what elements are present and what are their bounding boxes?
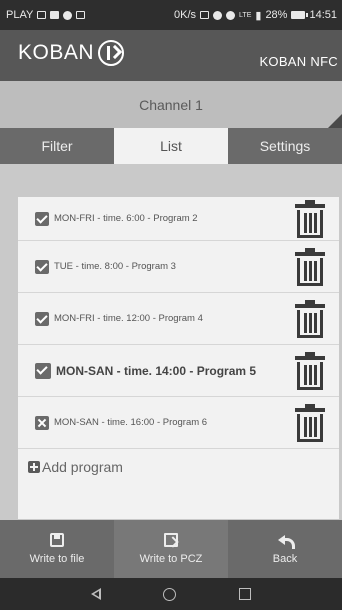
- program-checkbox[interactable]: [35, 311, 49, 326]
- sim-icon: [37, 11, 47, 19]
- floppy-icon: [50, 533, 64, 547]
- network-type: LTE: [239, 11, 252, 19]
- program-checkbox[interactable]: [35, 415, 49, 430]
- write-to-pcz-label: Write to PCZ: [139, 553, 203, 565]
- plus-square-icon: [28, 461, 40, 473]
- system-nav-bar: [0, 578, 342, 610]
- back-button[interactable]: Back: [228, 520, 342, 578]
- trash-icon[interactable]: [295, 199, 325, 238]
- clock: 14:51: [309, 9, 337, 21]
- nav-home-icon[interactable]: [163, 587, 177, 601]
- koban-logo-icon: [98, 40, 125, 66]
- channel-title: Channel 1: [139, 96, 203, 113]
- program-row-selected[interactable]: MON-SAN - time. 14:00 - Program 5: [18, 345, 339, 397]
- program-label: TUE - time. 8:00 - Program 3: [54, 261, 176, 272]
- trash-icon[interactable]: [295, 247, 325, 286]
- facebook-icon: [63, 10, 73, 20]
- alarm-icon: [213, 10, 223, 20]
- write-to-file-button[interactable]: Write to file: [0, 520, 114, 578]
- status-bar: PLAY 0K/s LTE ▮ 28% 14:51: [0, 0, 342, 30]
- back-arrow-icon: [278, 533, 295, 549]
- nav-back-icon[interactable]: [91, 588, 102, 600]
- mute-icon: [226, 10, 236, 20]
- tab-bar: Filter List Settings: [0, 128, 342, 164]
- dropdown-corner-icon: [328, 114, 342, 128]
- program-row[interactable]: TUE - time. 8:00 - Program 3: [18, 241, 339, 293]
- signal-icon: ▮: [255, 9, 262, 22]
- write-to-pcz-button[interactable]: Write to PCZ: [114, 520, 228, 578]
- network-speed: 0K/s: [174, 9, 197, 21]
- carrier-label: PLAY: [6, 9, 34, 21]
- status-left: PLAY: [6, 9, 86, 21]
- app-logo: KOBAN: [18, 40, 125, 66]
- media-icon: [50, 11, 60, 19]
- program-row[interactable]: MON-FRI - time. 12:00 - Program 4: [18, 293, 339, 345]
- program-checkbox[interactable]: [35, 362, 51, 379]
- tab-settings[interactable]: Settings: [228, 128, 342, 164]
- bottom-action-bar: Write to file Write to PCZ Back: [0, 520, 342, 578]
- content-area: MON-FRI - time. 6:00 - Program 2 TUE - t…: [0, 164, 342, 520]
- program-label: MON-FRI - time. 12:00 - Program 4: [54, 313, 203, 324]
- back-label: Back: [272, 553, 298, 565]
- logo-text: KOBAN: [18, 41, 95, 64]
- program-row[interactable]: MON-SAN - time. 16:00 - Program 6: [18, 397, 339, 449]
- program-checkbox[interactable]: [35, 211, 49, 226]
- trash-icon[interactable]: [295, 403, 325, 442]
- program-label: MON-SAN - time. 14:00 - Program 5: [56, 363, 257, 378]
- program-row[interactable]: MON-FRI - time. 6:00 - Program 2: [18, 197, 339, 241]
- write-to-file-label: Write to file: [29, 553, 85, 565]
- program-label: MON-SAN - time. 16:00 - Program 6: [54, 417, 208, 428]
- channel-selector[interactable]: Channel 1: [0, 81, 342, 128]
- app-header: KOBAN KOBAN NFC: [0, 30, 342, 81]
- trash-icon[interactable]: [295, 299, 325, 338]
- program-checkbox[interactable]: [35, 259, 49, 274]
- status-right: 0K/s LTE ▮ 28% 14:51: [174, 9, 337, 22]
- program-list[interactable]: MON-FRI - time. 6:00 - Program 2 TUE - t…: [18, 197, 339, 519]
- program-label: MON-FRI - time. 6:00 - Program 2: [54, 213, 198, 224]
- mail-icon: [76, 11, 86, 19]
- add-program-label: Add program: [42, 459, 123, 475]
- export-icon: [164, 533, 178, 547]
- add-program-button[interactable]: Add program: [18, 449, 339, 485]
- trash-icon[interactable]: [295, 351, 325, 390]
- tab-list[interactable]: List: [114, 128, 228, 164]
- battery-percent: 28%: [265, 9, 288, 21]
- nfc-icon: [200, 11, 210, 19]
- battery-icon: [291, 11, 309, 19]
- brand-name: KOBAN NFC: [259, 54, 338, 69]
- nav-recent-apps-icon[interactable]: [238, 588, 251, 600]
- tab-filter[interactable]: Filter: [0, 128, 114, 164]
